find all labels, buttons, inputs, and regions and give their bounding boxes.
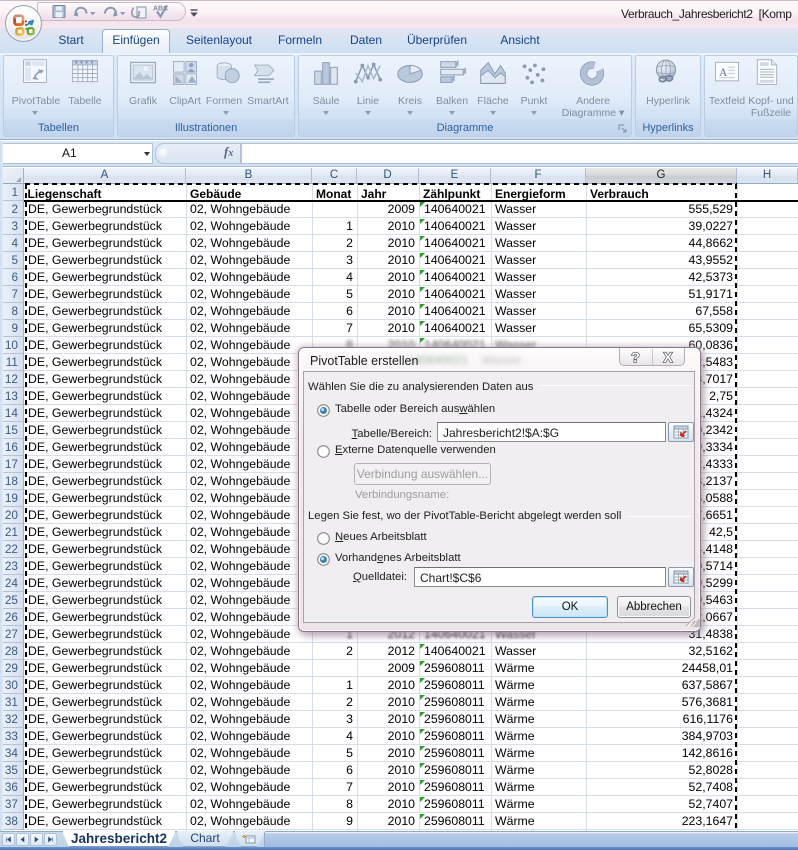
svg-text:?: ? [631,349,640,365]
svg-text:X: X [663,350,672,365]
svg-text:A: A [719,67,728,79]
